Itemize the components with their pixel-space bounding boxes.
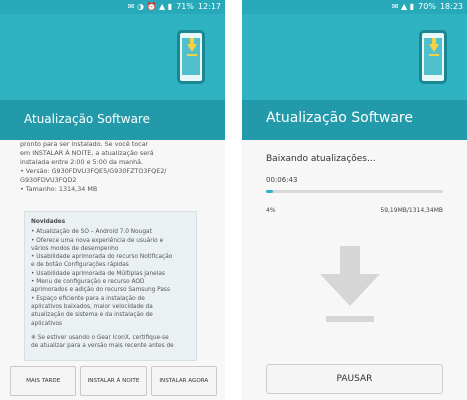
whats-new-item: aplicativos: [31, 320, 63, 327]
whats-new-item: • Oferece uma nova experiência de usuári…: [31, 237, 164, 244]
whats-new-item: de atualizar para a versão mais recente …: [31, 343, 174, 350]
install-now-button[interactable]: INSTALAR AGORA: [150, 366, 217, 396]
battery-level: 71%: [176, 2, 194, 11]
download-progress-fill: [266, 190, 274, 193]
later-button[interactable]: MAIS TARDE: [10, 366, 77, 396]
update-info-text: pronto para ser instalado. Se você tocar…: [20, 140, 205, 194]
size-line: • Tamanho: 1314,34 MB: [20, 185, 98, 193]
whats-new-item: aplicativos baixados, maior velocidade d…: [31, 303, 153, 310]
battery-level: 70%: [418, 2, 436, 11]
version-line: • Versão: G930FDVU3FQE5/G930FZTO3FQE2/: [20, 167, 167, 175]
update-details: pronto para ser instalado. Se você tocar…: [0, 140, 225, 400]
clock: 12:17: [197, 2, 221, 11]
download-size: 59,19MB/1314,34MB: [380, 207, 443, 214]
status-bar: ✉ ▲ ▮ 70% 18:23: [242, 0, 467, 14]
page-title: Atualização Software: [266, 110, 413, 126]
whats-new-box[interactable]: Novidades • Atualização de SO – Android …: [24, 211, 197, 361]
version-line: G930FDVU3FQD2: [20, 176, 77, 184]
download-icon: [320, 246, 380, 322]
status-bar: ✉ ◑ ⏰ ▲ ▮ 71% 12:17: [0, 0, 225, 14]
whats-new-item: atualização de sistema e da instalação d…: [31, 312, 153, 319]
whats-new-item: • Usabilidade aprimorada do recurso Noti…: [31, 254, 173, 261]
download-progress-bar: [266, 190, 443, 193]
clock: 18:23: [439, 2, 463, 11]
status-icons: ✉ ▲ ▮: [391, 2, 415, 11]
status-icons: ✉ ◑ ⏰ ▲ ▮: [127, 2, 173, 11]
whats-new-item: • Atualização de SO – Android 7.0 Nougat: [31, 229, 152, 236]
whats-new-item: • Espaço eficiente para a instalação de: [31, 295, 145, 302]
right-screen: ✉ ▲ ▮ 70% 18:23 Atualização Software Bai…: [242, 0, 467, 400]
info-line: em INSTALAR À NOITE, a atualização será: [20, 149, 154, 157]
whats-new-item: • Menu de configuração e recurso AOD: [31, 279, 145, 286]
header-banner: [242, 14, 467, 100]
page-title: Atualização Software: [24, 112, 150, 126]
action-buttons: MAIS TARDE INSTALAR À NOITE INSTALAR AGO…: [10, 366, 217, 396]
download-panel: Baixando atualizações... 00:06:43 4% 59,…: [242, 140, 467, 400]
whats-new-item: aprimorados e adição do recurso Samsung …: [31, 287, 170, 294]
header-banner: [0, 14, 225, 100]
phone-download-icon: [177, 30, 205, 84]
download-status-label: Baixando atualizações...: [266, 154, 376, 164]
pause-button[interactable]: PAUSAR: [266, 364, 443, 394]
left-screen: ✉ ◑ ⏰ ▲ ▮ 71% 12:17 Atualização Software…: [0, 0, 225, 400]
info-line: instalada entre 2:00 e 5:00 da manhã.: [20, 158, 144, 166]
screen-divider: [225, 0, 242, 400]
download-percent: 4%: [266, 207, 276, 214]
whats-new-item: • Usabilidade aprimorada de Múltiplas ja…: [31, 270, 165, 277]
whats-new-heading: Novidades: [31, 219, 66, 225]
install-tonight-button[interactable]: INSTALAR À NOITE: [80, 366, 147, 396]
whats-new-item: ※ Se estiver usando o Gear IconX, certif…: [31, 334, 169, 341]
title-bar: Atualização Software: [242, 100, 467, 140]
phone-download-icon: [419, 30, 447, 84]
whats-new-item: e de botão Configurações rápidas: [31, 262, 129, 269]
info-line: pronto para ser instalado. Se você tocar: [20, 140, 149, 148]
title-bar: Atualização Software: [0, 100, 225, 140]
elapsed-time: 00:06:43: [266, 176, 298, 184]
whats-new-item: vários modos de desempenho: [31, 245, 119, 252]
